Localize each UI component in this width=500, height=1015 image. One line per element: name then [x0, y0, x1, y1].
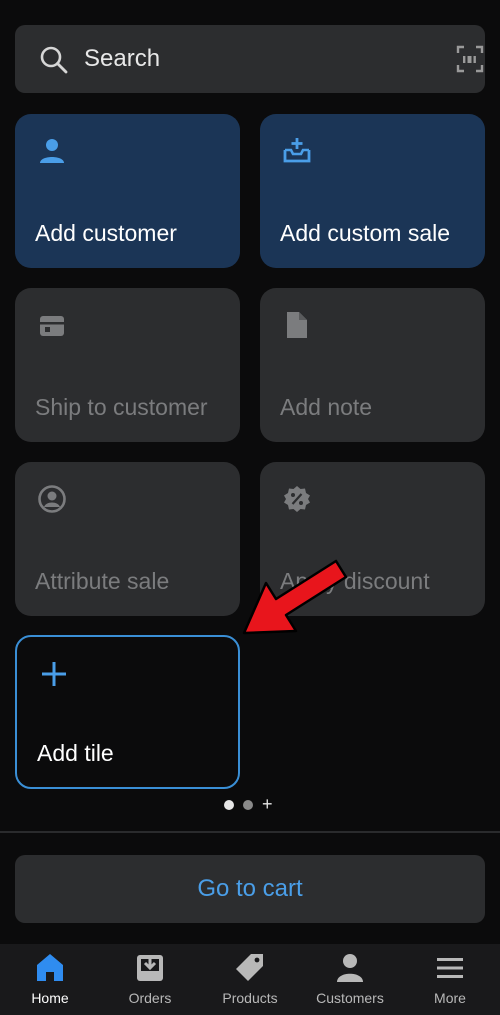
page-dot[interactable]	[243, 800, 253, 810]
annotation-arrow	[242, 559, 348, 635]
tile-label: Ship to customer	[35, 394, 208, 420]
attribute-sale-tile[interactable]: Attribute sale	[15, 462, 240, 616]
document-icon	[287, 312, 307, 338]
add-page-button[interactable]: +	[262, 794, 273, 815]
go-to-cart-button[interactable]: Go to cart	[15, 855, 485, 923]
ship-to-customer-tile[interactable]: Ship to customer	[15, 288, 240, 442]
nav-item-more[interactable]: More	[400, 944, 500, 1015]
nav-item-orders[interactable]: Orders	[100, 944, 200, 1015]
tile-label: Add customer	[35, 220, 177, 246]
account-circle-icon	[38, 485, 66, 513]
tile-label: Add custom sale	[280, 220, 451, 246]
menu-icon	[437, 958, 463, 978]
search-icon	[40, 46, 68, 74]
nav-label: Customers	[316, 990, 384, 1006]
discount-badge-icon	[284, 486, 310, 512]
person-icon	[40, 139, 64, 163]
nav-label: More	[434, 990, 466, 1006]
page-indicator: +	[0, 794, 500, 814]
nav-label: Products	[222, 990, 278, 1006]
nav-item-customers[interactable]: Customers	[300, 944, 400, 1015]
orders-inbox-icon	[137, 955, 163, 981]
nav-item-products[interactable]: Products	[200, 944, 300, 1015]
divider	[0, 831, 500, 833]
person-icon	[337, 954, 363, 982]
plus-icon	[42, 662, 66, 686]
shipping-icon	[40, 316, 64, 336]
nav-item-home[interactable]: Home	[0, 944, 100, 1015]
nav-label: Orders	[128, 990, 172, 1006]
tag-icon	[236, 954, 263, 981]
add-tile-button[interactable]: Add tile	[15, 635, 240, 789]
search-input[interactable]: Search	[84, 45, 160, 73]
search-bar[interactable]: Search	[15, 25, 485, 93]
home-icon	[37, 954, 63, 981]
tile-label: Attribute sale	[35, 568, 170, 594]
go-to-cart-label: Go to cart	[197, 875, 303, 902]
tile-label: Add note	[280, 394, 373, 420]
bottom-nav: Home Orders Products Customers More	[0, 944, 500, 1015]
add-to-tray-icon	[283, 138, 311, 163]
add-note-tile[interactable]: Add note	[260, 288, 485, 442]
page-dot-active[interactable]	[224, 800, 234, 810]
barcode-scan-icon[interactable]	[455, 44, 485, 74]
nav-label: Home	[31, 990, 69, 1006]
add-custom-sale-tile[interactable]: Add custom sale	[260, 114, 485, 268]
tile-label: Add tile	[37, 740, 114, 766]
add-customer-tile[interactable]: Add customer	[15, 114, 240, 268]
